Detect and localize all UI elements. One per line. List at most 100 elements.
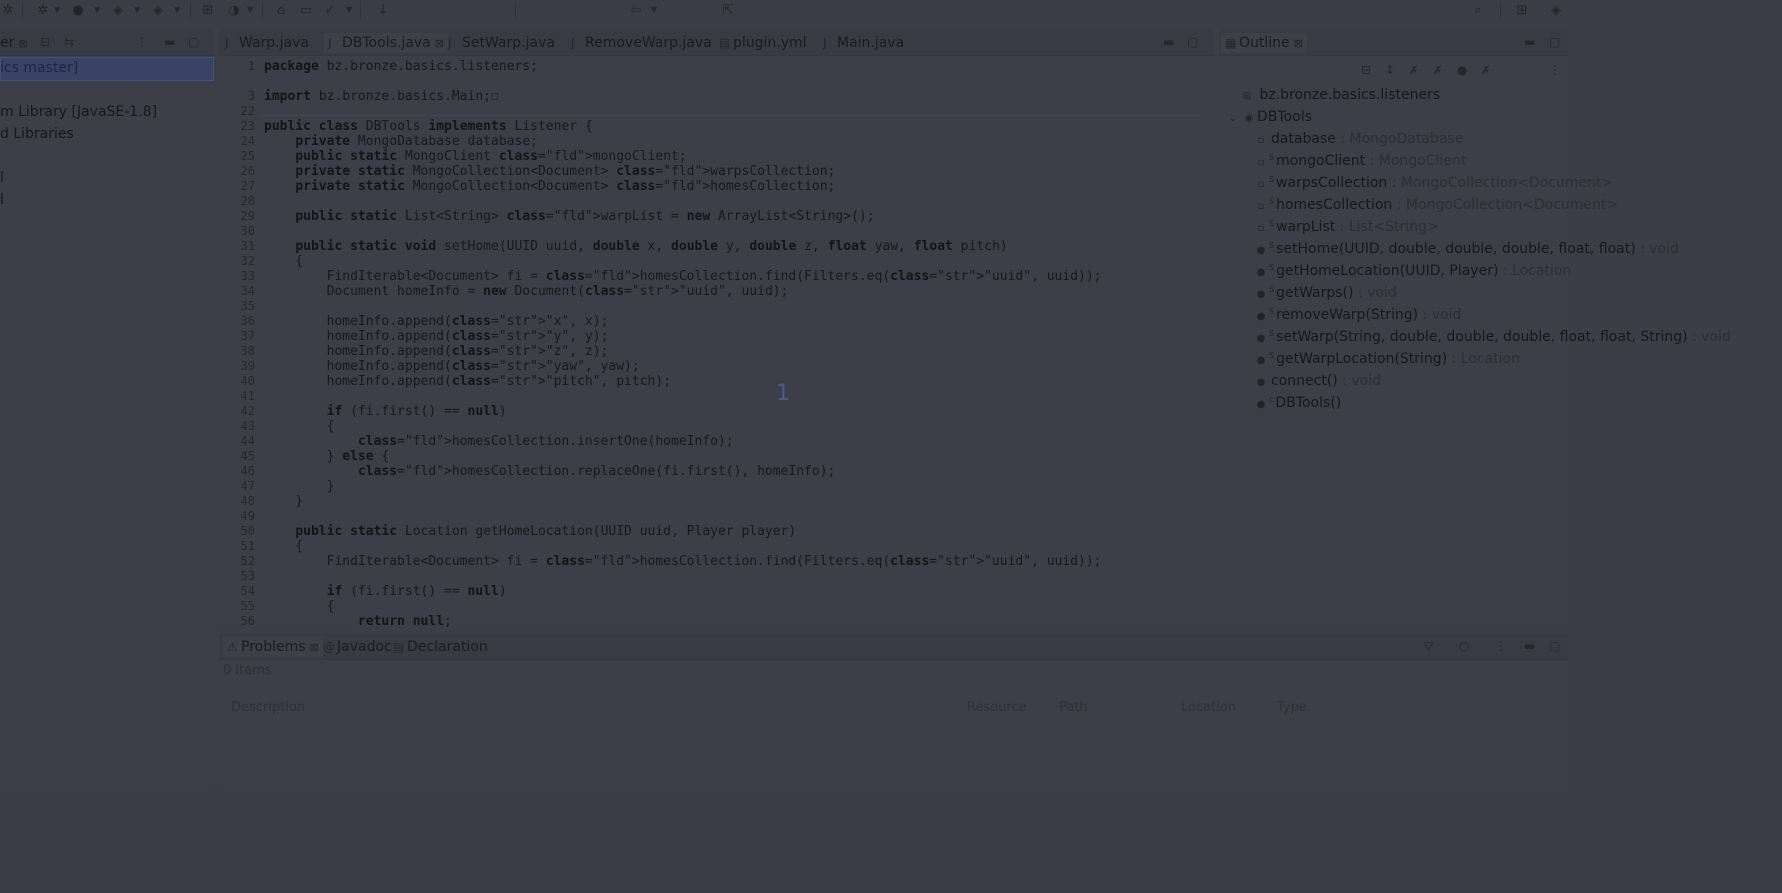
explorer-item-referenced-libraries[interactable]: d Libraries <box>0 126 74 142</box>
sort-icon[interactable]: ↕ <box>1385 63 1395 77</box>
open-type-icon[interactable]: ⌂ <box>273 3 289 19</box>
minimize-icon[interactable]: ▬ <box>1524 35 1535 49</box>
column-location[interactable]: Location <box>1181 700 1236 715</box>
outline-member[interactable]: ● SgetHomeLocation(UUID, Player) : Locati… <box>1253 263 1572 279</box>
quick-access-search-icon[interactable]: ⌕ <box>1470 3 1486 19</box>
chevron-down-icon[interactable]: ▼ <box>247 4 255 16</box>
collapse-all-icon[interactable]: ⊟ <box>1361 63 1371 77</box>
new-java-project-icon[interactable]: ⊞ <box>200 3 216 19</box>
outline-member[interactable]: ▫ SmongoClient : MongoClient <box>1253 153 1467 169</box>
link-with-editor-icon[interactable]: ⇆ <box>64 35 74 49</box>
filter-icon[interactable]: ▽ <box>1424 639 1433 653</box>
perspective-icon[interactable]: ⊞ <box>1514 3 1530 19</box>
code-editor[interactable]: 1 package bz.bronze.basics.listeners; 3 imp… <box>219 56 1214 629</box>
chevron-down-icon[interactable]: ▼ <box>651 4 659 16</box>
outline-member[interactable]: ● SgetWarps() : void <box>1253 285 1397 301</box>
coverage-icon[interactable]: ◈ <box>110 3 126 19</box>
explorer-item-project[interactable]: ics master] <box>0 60 78 76</box>
toolbar-separator <box>262 3 263 19</box>
debug-icon[interactable]: ✲ <box>0 3 16 19</box>
tab-declaration[interactable]: ▤ Declaration <box>393 637 488 657</box>
column-type[interactable]: Type <box>1277 700 1307 715</box>
tab-label: Warp.java <box>239 35 309 51</box>
line-number: 32 <box>240 254 255 268</box>
hide-static-icon[interactable]: ✗ <box>1433 63 1443 77</box>
view-menu-icon[interactable]: ⋮ <box>1495 639 1507 653</box>
back-icon[interactable]: ⇦ <box>628 3 644 19</box>
chevron-down-icon[interactable]: ▼ <box>346 4 354 16</box>
modifier-marker: S <box>1269 241 1275 250</box>
hide-nonpublic-icon[interactable]: ● <box>1457 63 1467 77</box>
tab-problems[interactable]: ⚠ Problems ⊠ <box>223 637 323 657</box>
maximize-icon[interactable]: ▢ <box>1187 35 1198 49</box>
column-resource[interactable]: Resource <box>967 700 1027 715</box>
open-task-icon[interactable]: ▭ <box>298 3 314 19</box>
explorer-item[interactable]: l <box>0 192 4 208</box>
chevron-down-icon[interactable]: ▼ <box>54 4 62 16</box>
column-path[interactable]: Path <box>1059 700 1088 715</box>
explorer-item[interactable]: l <box>0 170 4 186</box>
next-annotation-icon[interactable]: ↓ <box>375 3 391 19</box>
maximize-icon[interactable]: ▢ <box>1549 35 1560 49</box>
modifier-marker: S <box>1269 197 1275 206</box>
debug-icon[interactable]: ✲ <box>35 3 51 19</box>
outline-member[interactable]: ▫ SwarpList : List<String> <box>1253 219 1439 235</box>
outline-member[interactable]: ▫ database : MongoDatabase <box>1253 131 1464 147</box>
package-explorer-panel: er ⊠ ⊟ ⇆ ⋮ ▬ ▢ ics master] m Library [Jav… <box>0 29 214 786</box>
pin-editor-icon[interactable]: ⇱ <box>720 3 736 19</box>
outline-class[interactable]: ⌄ ◉ DBTools <box>1225 109 1312 125</box>
outline-member[interactable]: ● c DBTools() <box>1253 395 1342 411</box>
member-type: : MongoCollection<Document> <box>1387 175 1614 191</box>
java-file-icon: J <box>448 36 452 50</box>
chevron-down-icon[interactable]: ▼ <box>94 4 102 16</box>
tab-dbtools-java[interactable]: J DBTools.java ⊠ <box>324 33 448 53</box>
member-type: : MongoClient <box>1365 153 1467 169</box>
minimize-icon[interactable]: ▬ <box>1163 35 1174 49</box>
tab-package-explorer[interactable]: er ⊠ <box>0 33 28 53</box>
outline-member[interactable]: ● SremoveWarp(String) : void <box>1253 307 1462 323</box>
maximize-icon[interactable]: ▢ <box>188 35 199 49</box>
chevron-down-icon[interactable]: ⌄ <box>1225 113 1241 124</box>
outline-member[interactable]: ● SsetHome(UUID, double, double, double, … <box>1253 241 1679 257</box>
collapse-all-icon[interactable]: ⊟ <box>40 35 50 49</box>
view-menu-icon[interactable]: ⋮ <box>136 35 148 49</box>
outline-member[interactable]: ▫ SwarpsCollection : MongoCollection<Docu… <box>1253 175 1614 191</box>
outline-member[interactable]: ● SsetWarp(String, double, double, double… <box>1253 329 1731 345</box>
chevron-down-icon[interactable]: ▼ <box>174 4 182 16</box>
tab-removewarp-java[interactable]: J RemoveWarp.java <box>571 33 712 53</box>
hide-local-types-icon[interactable]: ✗ <box>1481 63 1491 77</box>
outline-member[interactable]: ● connect() : void <box>1253 373 1381 389</box>
tab-outline[interactable]: ▦ Outline ⊠ <box>1221 33 1307 53</box>
search-icon[interactable]: ✓ <box>322 3 338 19</box>
member-label: mongoClient <box>1276 153 1366 169</box>
explorer-item-jre[interactable]: m Library [JavaSE-1.8] <box>0 104 157 120</box>
tab-plugin-yml[interactable]: ▤ plugin.yml <box>719 33 807 53</box>
tab-warp-java[interactable]: J Warp.java <box>225 33 309 53</box>
view-menu-icon[interactable]: ⋮ <box>1549 63 1561 77</box>
java-perspective-icon[interactable]: ◈ <box>1548 3 1564 19</box>
member-type: : MongoDatabase <box>1335 131 1464 147</box>
tab-label: plugin.yml <box>733 35 807 51</box>
maximize-icon[interactable]: ▢ <box>1549 639 1560 653</box>
close-icon[interactable]: ⊠ <box>1294 37 1303 50</box>
external-tools-icon[interactable]: ◈ <box>150 3 166 19</box>
run-icon[interactable]: ● <box>70 3 86 19</box>
tab-javadoc[interactable]: @ Javadoc <box>323 637 392 657</box>
tab-main-java[interactable]: J Main.java <box>823 33 904 53</box>
main-toolbar: ✲ ✲ ▼ ● ▼ ◈ ▼ ◈ ▼ ⊞ ◑ ▼ ⌂ ▭ ✓ ▼ ↓ ⇦ ▼ ⇱ … <box>0 0 1782 22</box>
tab-setwarp-java[interactable]: J SetWarp.java <box>448 33 555 53</box>
outline-member[interactable]: ● SgetWarpLocation(String) : Location <box>1253 351 1520 367</box>
close-icon[interactable]: ⊠ <box>18 37 27 50</box>
chevron-down-icon[interactable]: ▼ <box>134 4 142 16</box>
close-icon[interactable]: ⊠ <box>310 641 319 654</box>
new-package-icon[interactable]: ◑ <box>226 3 242 19</box>
close-icon[interactable]: ⊠ <box>435 37 444 50</box>
minimize-icon[interactable]: ▬ <box>164 35 175 49</box>
minimize-icon[interactable]: ▬ <box>1524 639 1535 653</box>
line-number: 48 <box>240 494 255 508</box>
outline-package[interactable]: ⊞ bz.bronze.basics.listeners <box>1239 87 1440 103</box>
hide-fields-icon[interactable]: ✗ <box>1409 63 1419 77</box>
outline-member[interactable]: ▫ ShomesCollection : MongoCollection<Docu… <box>1253 197 1619 213</box>
column-description[interactable]: Description <box>231 700 305 715</box>
clear-icon[interactable]: ○ <box>1459 639 1469 653</box>
